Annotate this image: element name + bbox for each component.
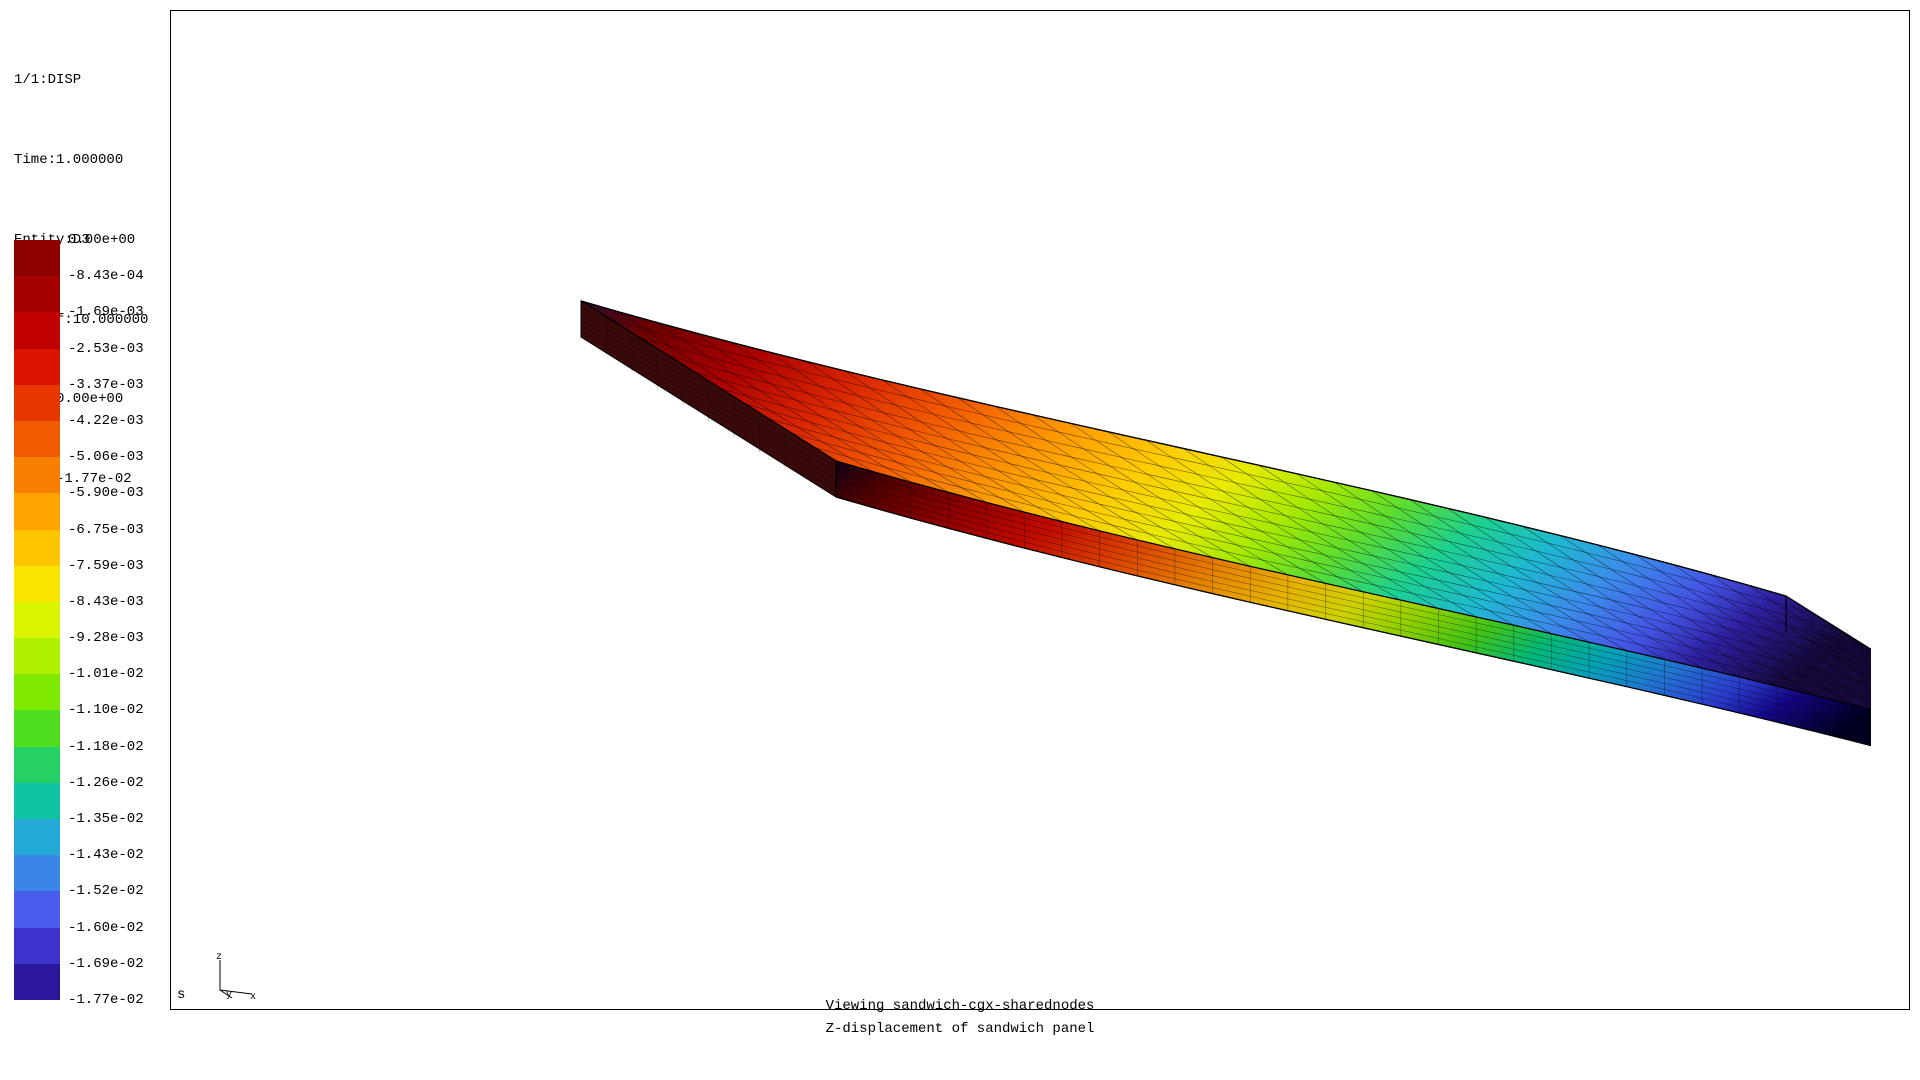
legend-tick: -9.28e-03 [68, 630, 144, 646]
legend-segment [14, 530, 60, 566]
legend-segment [14, 276, 60, 312]
legend-segment [14, 493, 60, 529]
legend-segment [14, 819, 60, 855]
legend-tick: -5.06e-03 [68, 449, 144, 465]
legend-tick: -1.26e-02 [68, 775, 144, 791]
legend-tick: -1.01e-02 [68, 666, 144, 682]
viewport-footer: Viewing sandwich-cgx-sharednodes Z-displ… [826, 995, 1095, 1040]
legend-segment [14, 385, 60, 421]
3d-viewport[interactable]: s [170, 10, 1910, 1010]
legend-segment [14, 638, 60, 674]
legend-segment [14, 928, 60, 964]
origin-label: s [177, 987, 185, 1003]
legend-segment [14, 964, 60, 1000]
footer-line1: Viewing sandwich-cgx-sharednodes [826, 995, 1095, 1017]
legend-tick: -1.35e-02 [68, 811, 144, 827]
legend-tick: 0.00e+00 [68, 232, 135, 248]
info-time: Time:1.000000 [14, 147, 148, 174]
fem-mesh[interactable] [491, 261, 1871, 781]
legend-tick: -7.59e-03 [68, 558, 144, 574]
legend-segment [14, 674, 60, 710]
legend-tick: -1.10e-02 [68, 702, 144, 718]
legend-tick: -2.53e-03 [68, 341, 144, 357]
legend-tick: -6.75e-03 [68, 522, 144, 538]
legend-segment [14, 349, 60, 385]
legend-segment [14, 602, 60, 638]
legend-tick: -1.43e-02 [68, 847, 144, 863]
footer-line2: Z-displacement of sandwich panel [826, 1018, 1095, 1040]
legend-tick: -1.60e-02 [68, 920, 144, 936]
legend-tick: -1.69e-02 [68, 956, 144, 972]
legend-tick: -8.43e-04 [68, 268, 144, 284]
info-step: 1/1:DISP [14, 67, 148, 94]
legend-tick: -3.37e-03 [68, 377, 144, 393]
legend-segment [14, 891, 60, 927]
legend-tick: -1.77e-02 [68, 992, 144, 1008]
legend-tick: -4.22e-03 [68, 413, 144, 429]
legend-segment [14, 457, 60, 493]
legend-tick: -1.52e-02 [68, 883, 144, 899]
legend-segment [14, 710, 60, 746]
legend-segment [14, 747, 60, 783]
legend-tick: -8.43e-03 [68, 594, 144, 610]
legend-segment [14, 783, 60, 819]
legend-tick: -1.18e-02 [68, 739, 144, 755]
legend-segment [14, 421, 60, 457]
legend-bar [14, 240, 60, 1000]
legend-segment [14, 312, 60, 348]
legend-segment [14, 566, 60, 602]
legend-segment [14, 240, 60, 276]
legend-tick: -1.69e-03 [68, 304, 144, 320]
legend-segment [14, 855, 60, 891]
legend-tick: -5.90e-03 [68, 485, 144, 501]
